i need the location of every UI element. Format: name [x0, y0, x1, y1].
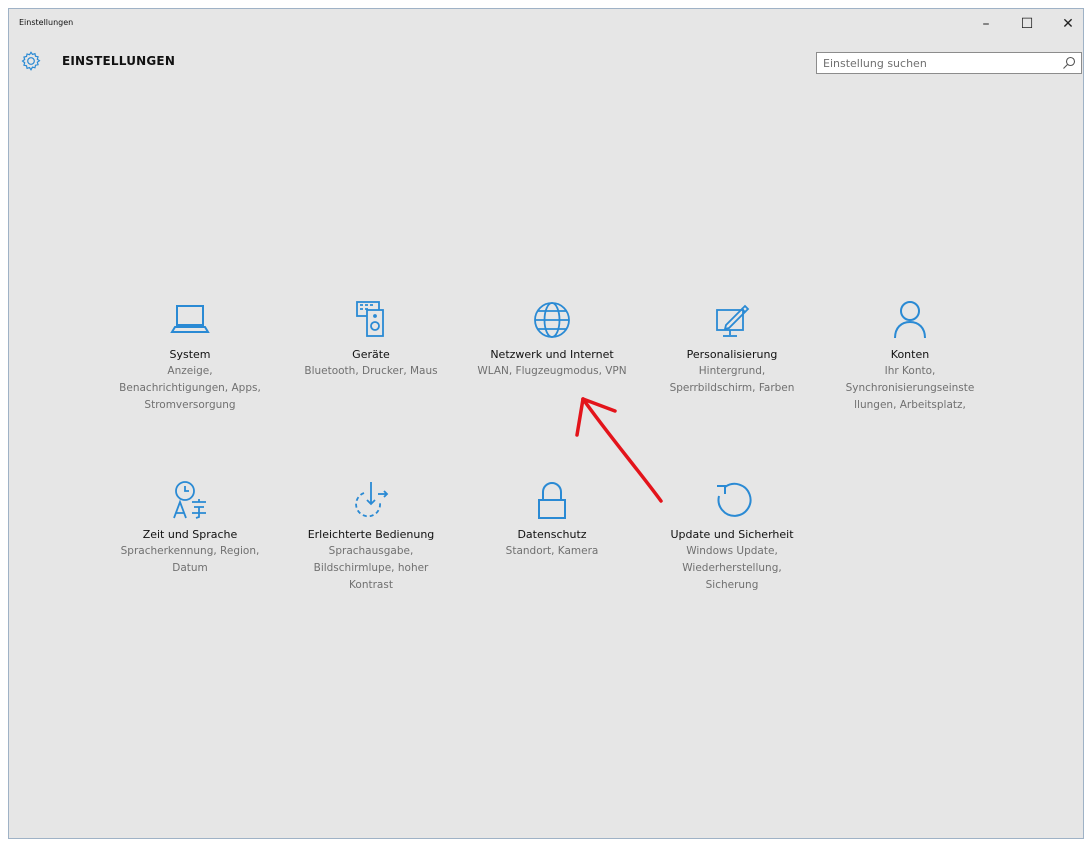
title-bar[interactable]: Einstellungen – ☐ ✕ — [9, 9, 1083, 39]
globe-icon — [534, 302, 570, 338]
page-title: EINSTELLUNGEN — [62, 54, 176, 68]
settings-window: Einstellungen – ☐ ✕ EINSTELLUNGEN Einste… — [8, 8, 1084, 839]
update-icon — [717, 482, 752, 517]
tile-description: Standort, Kamera — [505, 545, 599, 557]
tile-personalization[interactable]: Personalisierung Hintergrund, Sperrbilds… — [654, 296, 810, 397]
search-icon[interactable] — [1062, 56, 1076, 70]
tile-title: Update und Sicherheit — [670, 528, 794, 541]
search-input[interactable] — [817, 53, 1047, 73]
tile-ease-of-access[interactable]: Erleichterte Bedienung Sprachausgabe, Bi… — [293, 476, 449, 594]
tile-time-language[interactable]: Zeit und Sprache Spracherkennung, Region… — [112, 476, 268, 577]
tile-title: Datenschutz — [517, 528, 587, 541]
tile-title: Geräte — [352, 348, 390, 361]
tile-accounts[interactable]: Konten Ihr Konto, Synchronisierungseinst… — [832, 296, 988, 414]
devices-icon — [356, 301, 384, 337]
tile-description: Bluetooth, Drucker, Maus — [304, 365, 438, 377]
tile-description: Spracherkennung, Region, Datum — [120, 545, 260, 574]
tile-network[interactable]: Netzwerk und Internet WLAN, Flugzeugmodu… — [474, 296, 630, 380]
gear-icon — [21, 51, 41, 71]
tile-system[interactable]: System Anzeige, Benachrichtigungen, Apps… — [112, 296, 268, 414]
tile-privacy[interactable]: Datenschutz Standort, Kamera — [474, 476, 630, 560]
tile-description: Sprachausgabe, Bildschirmlupe, hoher Kon… — [313, 545, 429, 591]
close-button[interactable]: ✕ — [1053, 13, 1083, 35]
tile-description: WLAN, Flugzeugmodus, VPN — [477, 365, 627, 377]
tile-description: Hintergrund, Sperrbildschirm, Farben — [669, 365, 795, 394]
tile-description: Ihr Konto, Synchronisierungseinste llung… — [845, 365, 975, 411]
personalization-icon — [716, 304, 750, 337]
tile-title: Personalisierung — [686, 348, 778, 361]
search-box[interactable] — [816, 52, 1082, 74]
time-language-icon — [173, 481, 206, 519]
minimize-button[interactable]: – — [971, 13, 1001, 35]
ease-of-access-icon — [355, 482, 389, 518]
tile-title: Zeit und Sprache — [142, 528, 238, 541]
maximize-button[interactable]: ☐ — [1012, 13, 1042, 35]
tile-title: Konten — [890, 348, 930, 361]
lock-icon — [538, 482, 566, 519]
page-header: EINSTELLUNGEN — [9, 47, 1083, 77]
window-title: Einstellungen — [19, 18, 74, 27]
person-icon — [894, 301, 926, 339]
tile-description: Anzeige, Benachrichtigungen, Apps, Strom… — [119, 365, 261, 411]
laptop-icon — [170, 305, 210, 333]
tile-title: Erleichterte Bedienung — [307, 528, 435, 541]
tile-title: System — [169, 348, 211, 361]
tile-devices[interactable]: Geräte Bluetooth, Drucker, Maus — [293, 296, 449, 380]
tile-title: Netzwerk und Internet — [490, 348, 614, 361]
tile-update-security[interactable]: Update und Sicherheit Windows Update, Wi… — [654, 476, 810, 594]
tile-description: Windows Update, Wiederherstellung, Siche… — [682, 545, 782, 591]
